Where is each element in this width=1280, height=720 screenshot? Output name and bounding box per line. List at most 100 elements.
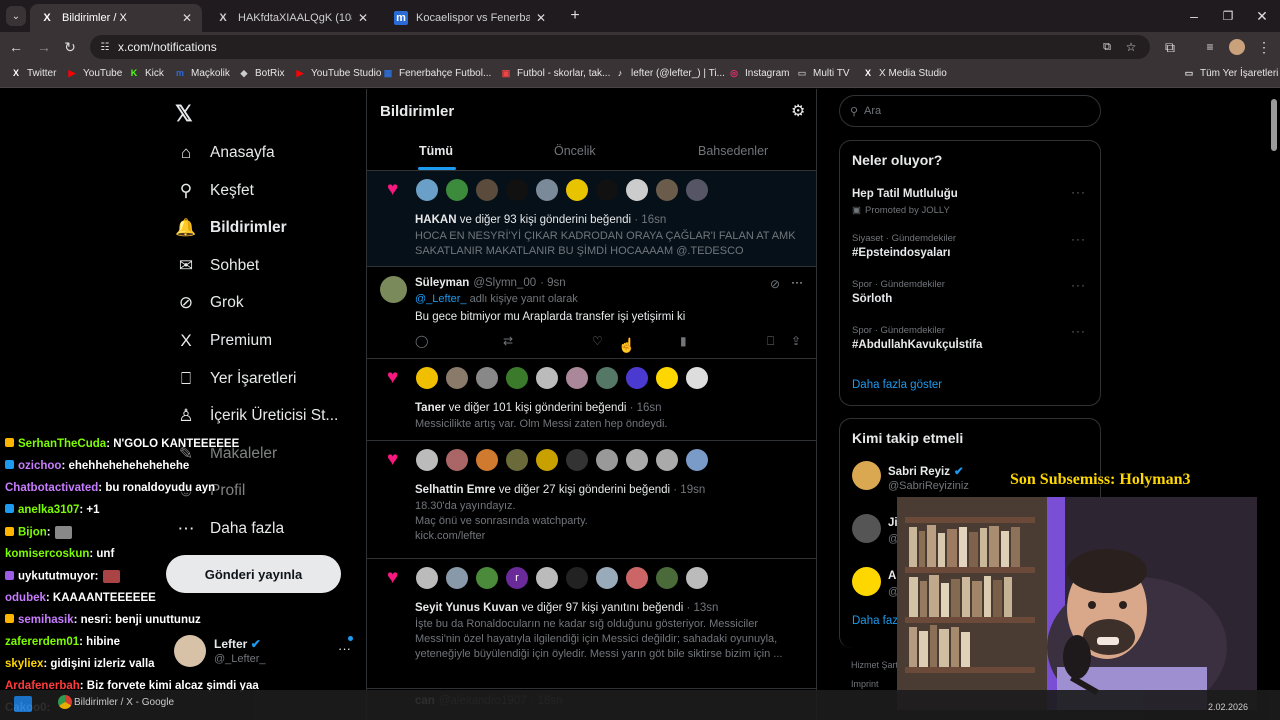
liker-name[interactable]: Selhattin Emre [415,484,496,496]
avatar[interactable] [686,567,708,589]
x-logo-icon[interactable]: 𝕏 [175,101,193,127]
close-window-icon[interactable]: ✕ [1253,6,1271,26]
minimize-icon[interactable]: – [1185,6,1203,26]
tab-priority[interactable]: Öncelik [554,144,596,158]
avatar[interactable] [686,179,708,201]
share-icon[interactable]: ⇪ [791,334,801,348]
avatar[interactable] [596,449,618,471]
suggested-avatar[interactable] [852,514,881,543]
bookmark-item[interactable]: K Kick [128,67,164,79]
trend-name[interactable]: Hep Tatil Mutluluğu [852,188,958,200]
avatar[interactable] [506,179,528,201]
avatar[interactable] [566,567,588,589]
browser-tab[interactable]: X Bildirimler / X ✕ [30,4,202,32]
avatar[interactable] [686,367,708,389]
avatar[interactable] [536,367,558,389]
avatar[interactable] [566,449,588,471]
notification-row[interactable]: ♥ HAKAN ve diğer 93 kişi gönderini beğend… [367,171,816,267]
tab-mentions[interactable]: Bahsedenler [698,144,768,158]
tab-search-icon[interactable]: ⌄ [6,6,26,26]
tab-all[interactable]: Tümü [419,144,453,158]
suggested-avatar[interactable] [852,461,881,490]
avatar[interactable] [416,449,438,471]
restore-icon[interactable]: ❐ [1219,6,1237,26]
site-info-icon[interactable]: ☷ [98,40,112,54]
taskbar-app-icon[interactable] [14,696,32,712]
trend-name[interactable]: #AbdullahKavukçuİstifa [852,339,982,351]
avatar[interactable] [626,367,648,389]
avatar[interactable] [596,179,618,201]
bookmark-item[interactable]: m Maçkolik [174,67,230,79]
avatar[interactable] [596,367,618,389]
reply-author-avatar[interactable] [380,276,407,303]
nav-item-explore[interactable]: ⚲ Keşfet [176,179,254,203]
nav-item-more[interactable]: ⋯ Daha fazla [176,517,285,541]
avatar[interactable]: r [506,567,528,589]
notification-row[interactable]: ♥ Taner ve diğer 101 kişi gönderini beğen… [367,359,816,441]
account-more-icon[interactable]: ··· [338,641,351,656]
tab-close-icon[interactable]: ✕ [358,11,368,25]
nav-item-premium[interactable]: X Premium [176,329,272,353]
forward-icon[interactable]: → [36,39,52,55]
install-icon[interactable]: ⧉ [1100,40,1114,54]
media-control-icon[interactable]: ≡ [1202,39,1218,55]
nav-item-grok[interactable]: ⊘ Grok [176,291,244,315]
settings-gear-icon[interactable]: ⚙ [791,101,805,121]
avatar[interactable] [476,449,498,471]
scrollbar-thumb[interactable] [1271,99,1277,151]
avatar[interactable] [476,567,498,589]
tab-close-icon[interactable]: ✕ [182,11,192,25]
new-tab-icon[interactable]: + [566,7,584,25]
avatar[interactable] [566,179,588,201]
views-icon[interactable]: ▮ [680,334,687,348]
avatar[interactable] [416,567,438,589]
bookmark-icon[interactable]: ⎕ [767,334,774,349]
avatar[interactable] [656,567,678,589]
avatar[interactable] [596,567,618,589]
liker-name[interactable]: HAKAN [415,214,457,226]
like-icon[interactable]: ♡ [592,334,603,348]
bookmark-item[interactable]: ◎ Instagram [728,67,789,79]
bookmark-item[interactable]: ▶ YouTube [66,67,123,79]
avatar[interactable] [656,367,678,389]
retweet-icon[interactable]: ⇄ [503,334,513,348]
suggested-name[interactable]: Sabri Reyiz ✔ [888,464,964,478]
menu-icon[interactable]: ⋮ [1256,39,1272,55]
bookmark-item[interactable]: X X Media Studio [862,67,947,79]
bookmark-item[interactable]: ▶ YouTube Studio [294,67,382,79]
grok-icon[interactable]: ⊘ [770,277,780,291]
avatar[interactable] [536,179,558,201]
bookmark-item[interactable]: ▭ Multi TV [796,67,850,79]
avatar[interactable] [566,367,588,389]
avatar[interactable] [506,449,528,471]
avatar[interactable] [476,367,498,389]
avatar[interactable] [416,179,438,201]
nav-item-bookmarks[interactable]: ⎕ Yer İşaretleri [176,367,297,391]
avatar[interactable] [626,179,648,201]
back-icon[interactable]: ← [8,39,24,55]
bookmark-item[interactable]: ◆ BotRix [238,67,285,79]
reload-icon[interactable]: ↻ [62,39,78,55]
reply-author-name[interactable]: Süleyman [415,277,469,289]
trend-more-icon[interactable]: ··· [1071,324,1086,338]
search-input[interactable]: ⚲ Ara [839,95,1101,127]
bookmark-item[interactable]: ▦ Fenerbahçe Futbol... [382,67,492,79]
reply-icon[interactable]: ◯ [415,334,428,348]
trend-name[interactable]: #Epsteindosyaları [852,247,950,259]
trend-name[interactable]: Sörloth [852,293,892,305]
scrollbar[interactable] [1270,93,1278,713]
suggested-avatar[interactable] [852,567,881,596]
account-switcher[interactable]: Lefter ✔ @_Lefter_ ··· [170,629,360,673]
profile-avatar[interactable] [1229,39,1245,55]
mention-link[interactable]: @_Lefter_ [415,293,467,305]
bookmark-item[interactable]: ▣ Futbol - skorlar, tak... [500,67,611,79]
avatar[interactable] [656,449,678,471]
nav-item-creator-studio[interactable]: ♙ İçerik Üreticisi St... [176,404,338,428]
avatar[interactable] [536,567,558,589]
avatar[interactable] [626,567,648,589]
more-options-icon[interactable]: ··· [791,275,803,289]
avatar[interactable] [506,367,528,389]
follow-show-more-link[interactable]: Daha faz [852,615,898,627]
suggested-name[interactable]: A [888,570,896,582]
tab-close-icon[interactable]: ✕ [536,11,546,25]
